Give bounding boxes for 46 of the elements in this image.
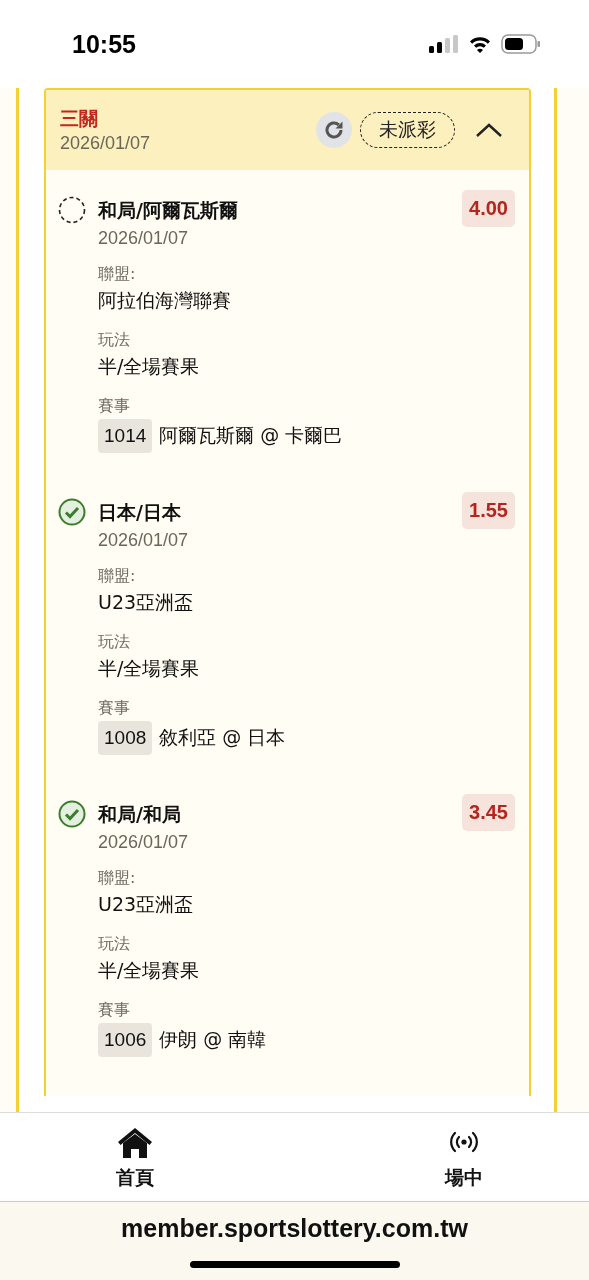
field-label: 賽事 (98, 395, 131, 417)
match-number: 1006 (98, 1023, 153, 1057)
battery-icon (501, 34, 541, 54)
odds-value: 4.00 (462, 190, 515, 227)
signal-icon (429, 35, 459, 53)
nav-tab[interactable]: 首頁 (110, 1125, 160, 1193)
home-icon (116, 1126, 154, 1158)
leg-date: 2026/01/07 (98, 831, 190, 853)
odds-value: 3.45 (462, 794, 515, 831)
field-label: 玩法 (98, 329, 131, 351)
field-label: 聯盟: (98, 263, 137, 285)
check-circle-icon (58, 800, 86, 828)
bet-type: 半/全場賽果 (98, 656, 201, 681)
match-name: 敘利亞 @ 日本 (159, 725, 286, 750)
ticket-date: 2026/01/07 (60, 132, 151, 155)
match-number: 1014 (98, 419, 153, 453)
url-text[interactable]: member.sportslottery.com.tw (121, 1214, 468, 1243)
field-label: 賽事 (98, 999, 131, 1021)
field-label: 賽事 (98, 697, 131, 719)
pick-title: 和局/阿爾瓦斯爾 (98, 198, 238, 223)
pending-circle-icon (58, 196, 86, 224)
pick-title: 和局/和局 (98, 802, 181, 827)
field-label: 聯盟: (98, 867, 137, 889)
bet-type: 半/全場賽果 (98, 958, 201, 983)
match-name: 伊朗 @ 南韓 (159, 1027, 267, 1052)
chevron-up-icon (475, 122, 503, 138)
field-label: 玩法 (98, 933, 131, 955)
leg-date: 2026/01/07 (98, 529, 190, 551)
status-time: 10:55 (72, 29, 136, 59)
refresh-icon[interactable] (316, 112, 352, 148)
league-name: 阿拉伯海灣聯賽 (98, 288, 232, 313)
leg-date: 2026/01/07 (98, 227, 190, 249)
field-label: 聯盟: (98, 565, 137, 587)
match-number: 1008 (98, 721, 153, 755)
odds-value: 1.55 (462, 492, 515, 529)
field-label: 玩法 (98, 631, 131, 653)
league-name: U23亞洲盃 (98, 590, 195, 615)
pick-title: 日本/日本 (98, 500, 181, 525)
broadcast-icon (449, 1130, 479, 1154)
bet-type: 半/全場賽果 (98, 354, 201, 379)
match-name: 阿爾瓦斯爾 @ 卡爾巴 (159, 423, 343, 448)
ticket-title: 三關 (60, 106, 99, 131)
check-circle-icon (58, 498, 86, 526)
league-name: U23亞洲盃 (98, 892, 195, 917)
nav-tab[interactable]: 場中 (439, 1125, 489, 1193)
wifi-icon (468, 35, 492, 53)
